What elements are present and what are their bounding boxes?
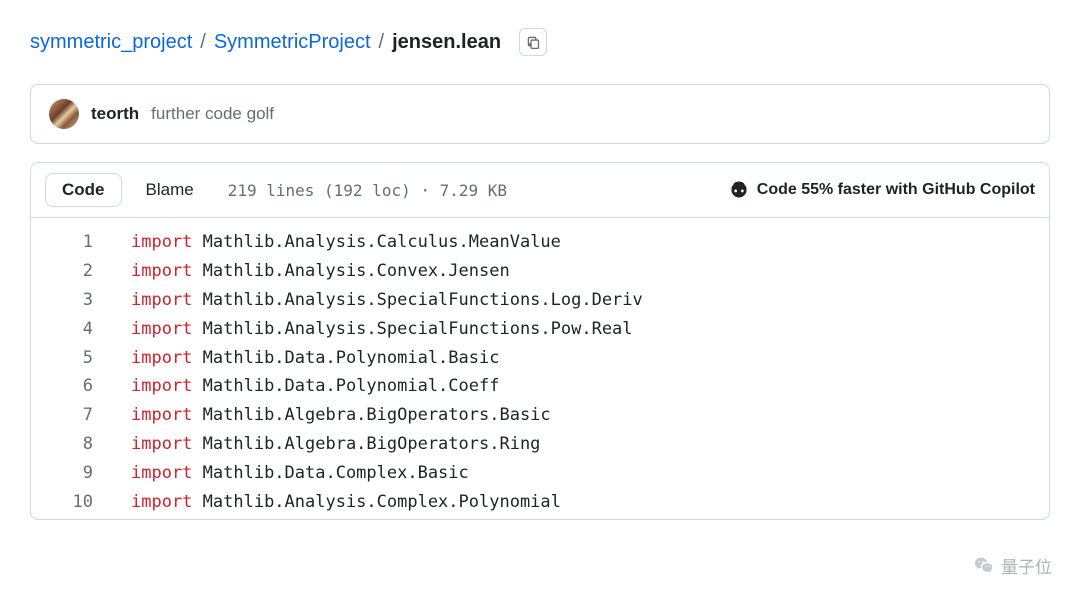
code-text[interactable]: import Mathlib.Data.Polynomial.Coeff	[131, 372, 499, 401]
import-path: Mathlib.Analysis.Convex.Jensen	[192, 261, 509, 281]
watermark-text: 量子位	[1001, 553, 1052, 578]
avatar[interactable]	[49, 99, 79, 129]
keyword-import: import	[131, 319, 192, 339]
code-line: 4import Mathlib.Analysis.SpecialFunction…	[31, 315, 1049, 344]
line-number[interactable]: 6	[31, 372, 131, 401]
copy-path-button[interactable]	[519, 28, 547, 56]
breadcrumb-file: jensen.lean	[392, 31, 501, 54]
code-line: 9import Mathlib.Data.Complex.Basic	[31, 459, 1049, 488]
import-path: Mathlib.Algebra.BigOperators.Basic	[192, 405, 550, 425]
code-line: 3import Mathlib.Analysis.SpecialFunction…	[31, 286, 1049, 315]
file-box: Code Blame 219 lines (192 loc) · 7.29 KB…	[30, 162, 1050, 520]
code-text[interactable]: import Mathlib.Data.Complex.Basic	[131, 459, 469, 488]
line-number[interactable]: 9	[31, 459, 131, 488]
code-text[interactable]: import Mathlib.Analysis.SpecialFunctions…	[131, 286, 643, 315]
file-stats: 219 lines (192 loc) · 7.29 KB	[228, 181, 507, 200]
tab-code[interactable]: Code	[45, 173, 122, 207]
keyword-import: import	[131, 232, 192, 252]
tab-blame[interactable]: Blame	[130, 174, 210, 206]
copilot-promo[interactable]: Code 55% faster with GitHub Copilot	[729, 180, 1035, 200]
line-number[interactable]: 3	[31, 286, 131, 315]
code-text[interactable]: import Mathlib.Algebra.BigOperators.Basi…	[131, 401, 551, 430]
copy-icon	[526, 35, 540, 49]
breadcrumb-sep: /	[379, 31, 385, 54]
code-line: 2import Mathlib.Analysis.Convex.Jensen	[31, 257, 1049, 286]
line-number[interactable]: 10	[31, 488, 131, 517]
code-blame-toggle: Code Blame	[45, 173, 210, 207]
line-number[interactable]: 1	[31, 228, 131, 257]
wechat-icon	[973, 555, 995, 577]
line-number[interactable]: 7	[31, 401, 131, 430]
code-text[interactable]: import Mathlib.Analysis.Calculus.MeanVal…	[131, 228, 561, 257]
import-path: Mathlib.Data.Polynomial.Coeff	[192, 376, 499, 396]
import-path: Mathlib.Data.Complex.Basic	[192, 463, 468, 483]
copilot-text: Code 55% faster with GitHub Copilot	[757, 181, 1035, 199]
line-number[interactable]: 2	[31, 257, 131, 286]
keyword-import: import	[131, 290, 192, 310]
keyword-import: import	[131, 348, 192, 368]
line-number[interactable]: 5	[31, 344, 131, 373]
code-text[interactable]: import Mathlib.Analysis.Convex.Jensen	[131, 257, 510, 286]
commit-message[interactable]: further code golf	[151, 104, 274, 124]
code-text[interactable]: import Mathlib.Analysis.SpecialFunctions…	[131, 315, 633, 344]
code-text[interactable]: import Mathlib.Data.Polynomial.Basic	[131, 344, 499, 373]
code-area: 1import Mathlib.Analysis.Calculus.MeanVa…	[31, 218, 1049, 519]
latest-commit-box[interactable]: teorth further code golf	[30, 84, 1050, 144]
import-path: Mathlib.Analysis.Complex.Polynomial	[192, 492, 560, 512]
line-number[interactable]: 4	[31, 315, 131, 344]
code-line: 10import Mathlib.Analysis.Complex.Polyno…	[31, 488, 1049, 517]
keyword-import: import	[131, 405, 192, 425]
watermark: 量子位	[973, 553, 1052, 578]
keyword-import: import	[131, 434, 192, 454]
keyword-import: import	[131, 261, 192, 281]
keyword-import: import	[131, 492, 192, 512]
import-path: Mathlib.Data.Polynomial.Basic	[192, 348, 499, 368]
commit-author[interactable]: teorth	[91, 104, 139, 124]
code-line: 5import Mathlib.Data.Polynomial.Basic	[31, 344, 1049, 373]
copilot-icon	[729, 180, 749, 200]
code-line: 6import Mathlib.Data.Polynomial.Coeff	[31, 372, 1049, 401]
code-text[interactable]: import Mathlib.Analysis.Complex.Polynomi…	[131, 488, 561, 517]
breadcrumb-repo[interactable]: symmetric_project	[30, 31, 192, 54]
code-text[interactable]: import Mathlib.Algebra.BigOperators.Ring	[131, 430, 540, 459]
keyword-import: import	[131, 463, 192, 483]
file-header: Code Blame 219 lines (192 loc) · 7.29 KB…	[31, 163, 1049, 218]
breadcrumb: symmetric_project / SymmetricProject / j…	[0, 0, 1080, 74]
keyword-import: import	[131, 376, 192, 396]
code-line: 1import Mathlib.Analysis.Calculus.MeanVa…	[31, 228, 1049, 257]
import-path: Mathlib.Analysis.Calculus.MeanValue	[192, 232, 560, 252]
breadcrumb-sep: /	[200, 31, 206, 54]
line-number[interactable]: 8	[31, 430, 131, 459]
import-path: Mathlib.Analysis.SpecialFunctions.Log.De…	[192, 290, 642, 310]
breadcrumb-dir[interactable]: SymmetricProject	[214, 31, 371, 54]
import-path: Mathlib.Algebra.BigOperators.Ring	[192, 434, 540, 454]
code-line: 7import Mathlib.Algebra.BigOperators.Bas…	[31, 401, 1049, 430]
code-line: 8import Mathlib.Algebra.BigOperators.Rin…	[31, 430, 1049, 459]
import-path: Mathlib.Analysis.SpecialFunctions.Pow.Re…	[192, 319, 632, 339]
